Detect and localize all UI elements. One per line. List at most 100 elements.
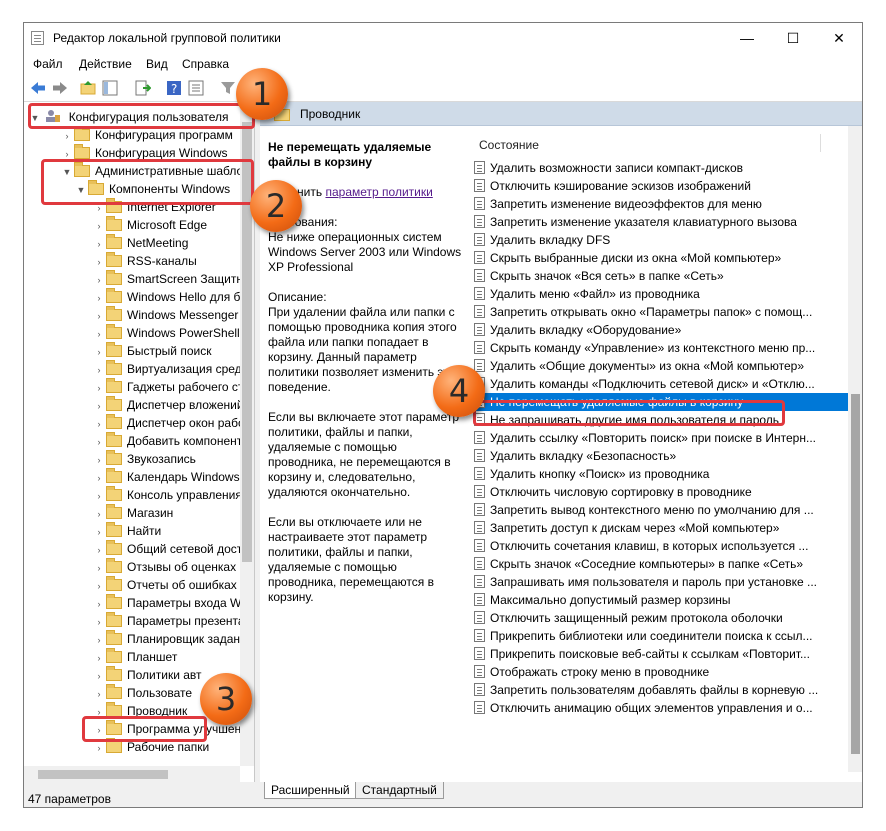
chevron-right-icon[interactable]: › <box>92 307 106 325</box>
tree-item[interactable]: › Календарь Windows <box>92 468 240 486</box>
tree-item[interactable]: › Диспетчер вложений <box>92 396 244 414</box>
properties-icon[interactable] <box>187 79 205 97</box>
policy-row[interactable]: Запретить изменение видеоэффектов для ме… <box>474 195 848 213</box>
menu-view[interactable]: Вид <box>146 57 168 71</box>
chevron-right-icon[interactable]: › <box>60 127 74 145</box>
chevron-right-icon[interactable]: › <box>92 271 106 289</box>
tree-hscroll-thumb[interactable] <box>38 770 168 779</box>
chevron-right-icon[interactable]: › <box>92 397 106 415</box>
policy-row[interactable]: Удалить вкладку «Безопасность» <box>474 447 848 465</box>
tree-item[interactable]: › SmartScreen Защитни <box>92 270 250 288</box>
chevron-right-icon[interactable]: › <box>92 541 106 559</box>
tree-item[interactable]: › Виртуализация среды <box>92 360 250 378</box>
list-scroll-thumb[interactable] <box>851 394 860 754</box>
up-folder-icon[interactable] <box>79 79 97 97</box>
tree-item[interactable]: › Магазин <box>92 504 173 522</box>
tree-item[interactable]: › Microsoft Edge <box>92 216 207 234</box>
maximize-button[interactable]: ☐ <box>770 23 816 53</box>
tree-item[interactable]: › Гаджеты рабочего ст <box>92 378 243 396</box>
policy-row[interactable]: Прикрепить поисковые веб-сайты к ссылкам… <box>474 645 848 663</box>
tree-item[interactable]: › Параметры презента <box>92 612 245 630</box>
policy-row[interactable]: Отображать строку меню в проводнике <box>474 663 848 681</box>
policy-row[interactable]: Отключить сочетания клавиш, в которых ис… <box>474 537 848 555</box>
chevron-right-icon[interactable]: › <box>92 433 106 451</box>
tree-item[interactable]: › Windows Hello для б <box>92 288 240 306</box>
policy-row[interactable]: Скрыть значок «Соседние компьютеры» в па… <box>474 555 848 573</box>
export-list-icon[interactable] <box>133 79 152 97</box>
policy-row[interactable]: Запретить изменение указателя клавиатурн… <box>474 213 848 231</box>
back-icon[interactable] <box>29 79 47 97</box>
tree-item[interactable]: › Найти <box>92 522 161 540</box>
policy-row[interactable]: Отключить кэширование эскизов изображени… <box>474 177 848 195</box>
policy-row[interactable]: Удалить «Общие документы» из окна «Мой к… <box>474 357 848 375</box>
tree-item[interactable]: › Windows PowerShell <box>92 324 240 342</box>
policy-row[interactable]: Максимально допустимый размер корзины <box>474 591 848 609</box>
policy-row[interactable]: Отключить числовую сортировку в проводни… <box>474 483 848 501</box>
chevron-right-icon[interactable]: › <box>92 325 106 343</box>
tree-item[interactable]: › NetMeeting <box>92 234 188 252</box>
tree-item[interactable]: › RSS-каналы <box>92 252 197 270</box>
tree-item[interactable]: › Консоль управления <box>92 486 242 504</box>
tree-item[interactable]: › Диспетчер окон рабо <box>92 414 245 432</box>
policy-row[interactable]: Скрыть команду «Управление» из контекстн… <box>474 339 848 357</box>
chevron-right-icon[interactable]: › <box>92 577 106 595</box>
chevron-right-icon[interactable]: › <box>92 343 106 361</box>
menu-action[interactable]: Действие <box>79 57 132 71</box>
tree-item[interactable]: › Общий сетевой досту <box>92 540 248 558</box>
chevron-right-icon[interactable]: › <box>92 487 106 505</box>
minimize-button[interactable]: — <box>724 23 770 53</box>
policy-row[interactable]: Удалить кнопку «Поиск» из проводника <box>474 465 848 483</box>
tree-item[interactable]: › Звукозапись <box>92 450 196 468</box>
column-separator[interactable] <box>820 134 821 152</box>
policy-row[interactable]: Запретить открывать окно «Параметры папо… <box>474 303 848 321</box>
tree-item[interactable]: › Отзывы об оценках <box>92 558 236 576</box>
chevron-right-icon[interactable]: › <box>92 613 106 631</box>
policy-row[interactable]: Прикрепить библиотеки или соединители по… <box>474 627 848 645</box>
chevron-right-icon[interactable]: › <box>92 595 106 613</box>
tree-item[interactable]: › Отчеты об ошибках <box>92 576 237 594</box>
policy-row[interactable]: Отключить защищенный режим протокола обо… <box>474 609 848 627</box>
filter-icon[interactable] <box>219 79 237 97</box>
policy-row[interactable]: Скрыть выбранные диски из окна «Мой комп… <box>474 249 848 267</box>
menu-file[interactable]: Файл <box>33 57 63 71</box>
menu-help[interactable]: Справка <box>182 57 229 71</box>
policy-row[interactable]: Запретить вывод контекстного меню по умо… <box>474 501 848 519</box>
tab-extended[interactable]: Расширенный <box>264 782 357 799</box>
close-button[interactable]: ✕ <box>816 23 862 53</box>
column-header-state[interactable]: Состояние <box>479 138 539 152</box>
chevron-right-icon[interactable]: › <box>92 235 106 253</box>
chevron-right-icon[interactable]: › <box>92 415 106 433</box>
edit-policy-link[interactable]: параметр политики <box>325 185 432 199</box>
chevron-right-icon[interactable]: › <box>92 649 106 667</box>
chevron-right-icon[interactable]: › <box>92 379 106 397</box>
policy-row[interactable]: Удалить вкладку «Оборудование» <box>474 321 848 339</box>
policy-row[interactable]: Удалить ссылку «Повторить поиск» при пои… <box>474 429 848 447</box>
chevron-right-icon[interactable]: › <box>92 685 106 703</box>
chevron-right-icon[interactable]: › <box>92 469 106 487</box>
policy-row[interactable]: Отключить анимацию общих элементов управ… <box>474 699 848 717</box>
policy-row[interactable]: Запрашивать имя пользователя и пароль пр… <box>474 573 848 591</box>
tree-item[interactable]: › Планшет <box>92 648 177 666</box>
policy-row[interactable]: Удалить вкладку DFS <box>474 231 848 249</box>
tab-standard[interactable]: Стандартный <box>355 782 444 799</box>
chevron-right-icon[interactable]: › <box>92 667 106 685</box>
help-icon[interactable]: ? <box>165 79 183 97</box>
policy-row[interactable]: Удалить меню «Файл» из проводника <box>474 285 848 303</box>
chevron-right-icon[interactable]: › <box>92 631 106 649</box>
chevron-right-icon[interactable]: › <box>92 559 106 577</box>
chevron-right-icon[interactable]: › <box>92 253 106 271</box>
chevron-right-icon[interactable]: › <box>92 523 106 541</box>
chevron-right-icon[interactable]: › <box>92 289 106 307</box>
tree-item[interactable]: › Добавить компонент <box>92 432 242 450</box>
tree-item[interactable]: › Пользовате <box>92 684 192 702</box>
tree-item[interactable]: › Быстрый поиск <box>92 342 211 360</box>
chevron-right-icon[interactable]: › <box>92 361 106 379</box>
tree-item[interactable]: › Планировщик задан <box>92 630 240 648</box>
forward-icon[interactable] <box>51 79 69 97</box>
chevron-right-icon[interactable]: › <box>92 217 106 235</box>
policy-row[interactable]: Запретить доступ к дискам через «Мой ком… <box>474 519 848 537</box>
policy-row[interactable]: Запретить пользователям добавлять файлы … <box>474 681 848 699</box>
policy-row[interactable]: Скрыть значок «Вся сеть» в папке «Сеть» <box>474 267 848 285</box>
chevron-right-icon[interactable]: › <box>92 505 106 523</box>
tree-item[interactable]: › Параметры входа Wi <box>92 594 244 612</box>
